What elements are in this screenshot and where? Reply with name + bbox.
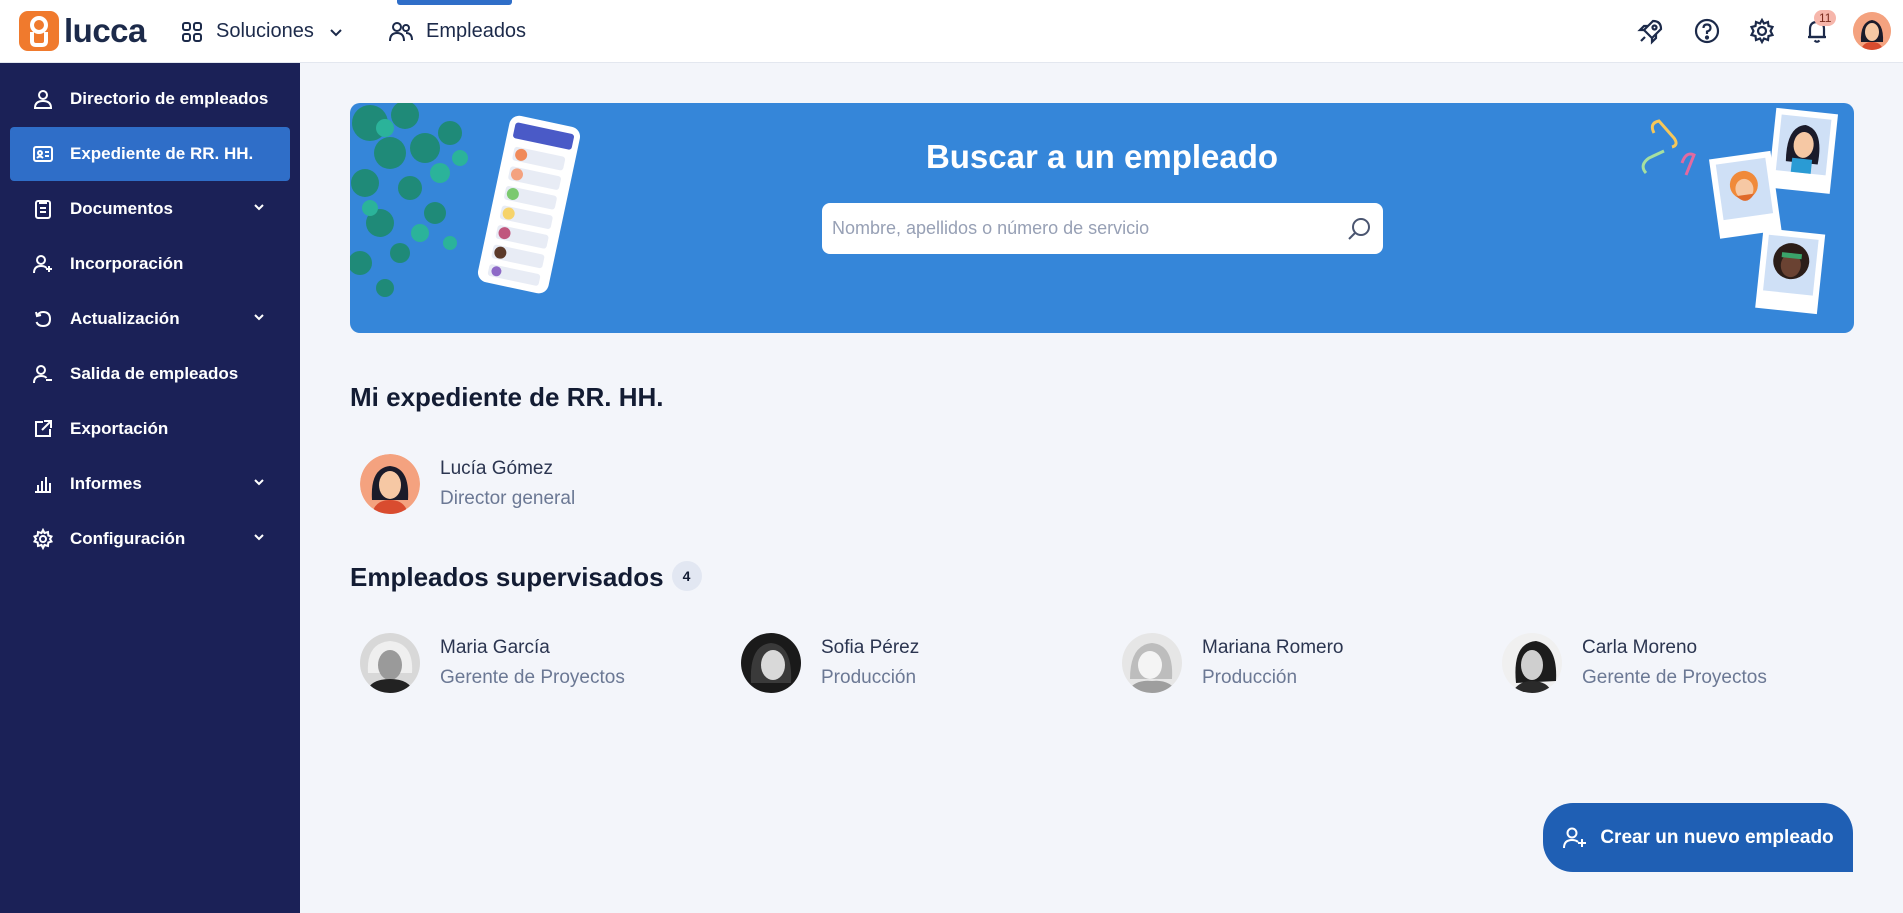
- person-icon: [30, 86, 56, 112]
- chevron-down-icon: [328, 24, 344, 40]
- chevron-down-icon: [252, 530, 266, 544]
- supervised-title: Empleados supervisados 4: [350, 561, 702, 594]
- supervised-count-badge: 4: [671, 561, 702, 592]
- sidebar-item-hr-file[interactable]: Expediente de RR. HH.: [10, 127, 290, 181]
- top-bar: lucca Soluciones Empleados 11: [0, 0, 1903, 63]
- person-role: Director general: [440, 488, 576, 509]
- person-add-icon: [30, 251, 56, 277]
- chevron-down-icon: [252, 200, 266, 214]
- user-avatar[interactable]: [1853, 12, 1891, 50]
- sidebar-item-label: Incorporación: [70, 254, 184, 273]
- refresh-icon: [30, 306, 56, 332]
- people-icon: [388, 20, 414, 44]
- sidebar-item-reports[interactable]: Informes: [10, 457, 290, 511]
- external-link-icon: [30, 416, 56, 442]
- avatar: [741, 633, 801, 693]
- sidebar-item-label: Expediente de RR. HH.: [70, 144, 254, 163]
- nav-employees[interactable]: Empleados: [388, 0, 526, 63]
- person-add-icon: [1562, 826, 1588, 850]
- apps-grid-icon: [180, 20, 204, 44]
- photos-illustration: [1594, 103, 1854, 333]
- nav-employees-label: Empleados: [426, 20, 527, 42]
- person-role: Gerente de Proyectos: [440, 667, 625, 688]
- search-banner: Buscar a un empleado: [350, 103, 1854, 333]
- sidebar-item-export[interactable]: Exportación: [10, 402, 290, 456]
- supervised-person[interactable]: Sofia Pérez Producción: [741, 633, 919, 693]
- chevron-down-icon: [252, 475, 266, 489]
- avatar: [1122, 633, 1182, 693]
- gear-icon[interactable]: [1747, 16, 1777, 46]
- nav-solutions[interactable]: Soluciones: [180, 0, 344, 63]
- person-name: Lucía Gómez: [440, 458, 553, 479]
- search-icon[interactable]: [1345, 215, 1373, 243]
- sidebar-item-label: Directorio de empleados: [70, 89, 269, 108]
- lucca-logo[interactable]: lucca: [19, 11, 146, 51]
- person-name: Mariana Romero: [1202, 637, 1344, 658]
- help-icon[interactable]: [1692, 16, 1722, 46]
- bar-chart-icon: [30, 471, 56, 497]
- sidebar: Directorio de empleados Expediente de RR…: [0, 63, 300, 913]
- sidebar-item-label: Informes: [70, 474, 142, 493]
- sidebar-item-directory[interactable]: Directorio de empleados: [10, 72, 290, 126]
- create-employee-button[interactable]: Crear un nuevo empleado: [1543, 803, 1853, 872]
- logo-text: lucca: [64, 12, 146, 49]
- employee-search-input[interactable]: [822, 203, 1322, 254]
- my-file-title: Mi expediente de RR. HH.: [350, 382, 664, 412]
- employee-search-box: [822, 203, 1383, 254]
- notification-count-badge: 11: [1814, 10, 1837, 26]
- sidebar-item-label: Actualización: [70, 309, 180, 328]
- person-name: Carla Moreno: [1582, 637, 1698, 658]
- person-name: Maria García: [440, 637, 550, 658]
- sidebar-item-label: Salida de empleados: [70, 364, 239, 383]
- sidebar-item-documents[interactable]: Documentos: [10, 182, 290, 236]
- person-role: Producción: [821, 667, 917, 688]
- nav-solutions-label: Soluciones: [216, 20, 314, 42]
- sidebar-item-label: Configuración: [70, 529, 186, 548]
- sidebar-item-label: Documentos: [70, 199, 173, 218]
- gear-icon: [30, 526, 56, 552]
- person-role: Gerente de Proyectos: [1582, 667, 1767, 688]
- sidebar-item-update[interactable]: Actualización: [10, 292, 290, 346]
- my-file-person[interactable]: Lucía Gómez Director general: [360, 454, 575, 514]
- rocket-icon[interactable]: [1636, 16, 1666, 46]
- id-card-icon: [30, 141, 56, 167]
- avatar: [360, 633, 420, 693]
- person-remove-icon: [30, 361, 56, 387]
- sidebar-item-onboarding[interactable]: Incorporación: [10, 237, 290, 291]
- lucca-logo-icon: [19, 11, 59, 51]
- sidebar-item-offboarding[interactable]: Salida de empleados: [10, 347, 290, 401]
- supervised-person[interactable]: Maria García Gerente de Proyectos: [360, 633, 625, 693]
- supervised-person[interactable]: Mariana Romero Producción: [1122, 633, 1344, 693]
- person-role: Producción: [1202, 667, 1298, 688]
- avatar: [360, 454, 420, 514]
- supervised-person[interactable]: Carla Moreno Gerente de Proyectos: [1502, 633, 1767, 693]
- chevron-down-icon: [252, 310, 266, 324]
- supervised-title-label: Empleados supervisados: [350, 562, 664, 592]
- create-employee-label: Crear un nuevo empleado: [1600, 826, 1834, 848]
- sidebar-item-settings[interactable]: Configuración: [10, 512, 290, 566]
- clipboard-icon: [30, 196, 56, 222]
- person-name: Sofia Pérez: [821, 637, 920, 658]
- avatar: [1502, 633, 1562, 693]
- sidebar-item-label: Exportación: [70, 419, 169, 438]
